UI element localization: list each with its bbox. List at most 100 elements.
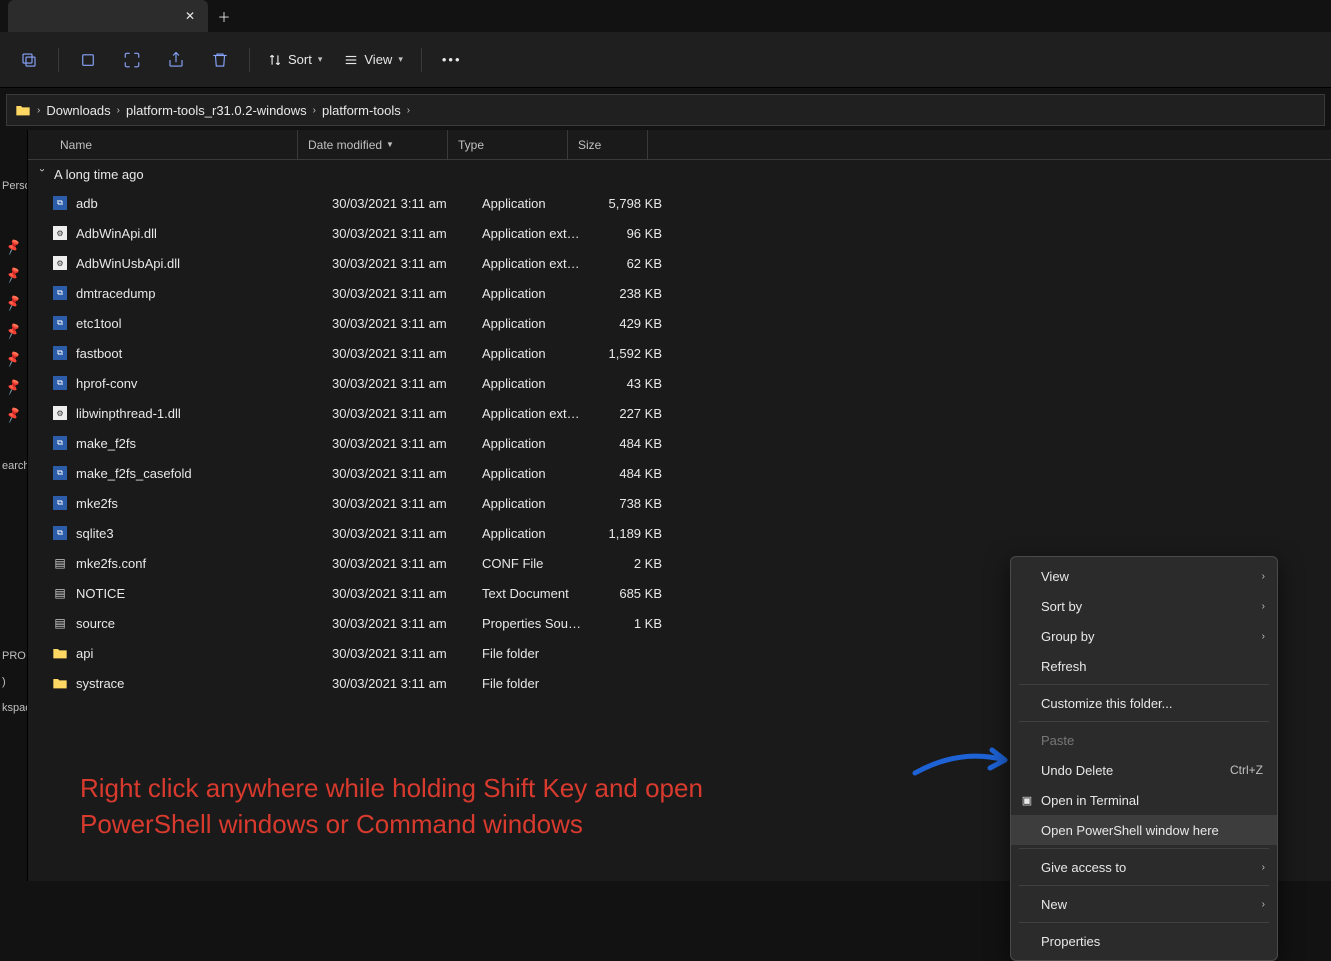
ctx-refresh[interactable]: Refresh (1011, 651, 1277, 681)
active-tab[interactable]: ✕ (8, 0, 208, 32)
file-name: etc1tool (76, 316, 122, 331)
ctx-give-access[interactable]: Give access to › (1011, 852, 1277, 882)
ctx-undo-delete[interactable]: Undo Delete Ctrl+Z (1011, 755, 1277, 785)
new-tab-button[interactable]: ＋ (208, 0, 240, 32)
application-icon: ⧉ (52, 525, 68, 541)
file-row[interactable]: ⧉hprof-conv30/03/2021 3:11 amApplication… (28, 368, 1331, 398)
group-header[interactable]: › A long time ago (28, 160, 1331, 188)
pin-icon[interactable]: 📌 (4, 378, 23, 396)
sort-button[interactable]: Sort ▾ (258, 42, 332, 78)
ctx-view[interactable]: View › (1011, 561, 1277, 591)
close-tab-icon[interactable]: ✕ (182, 9, 198, 23)
file-row[interactable]: ⚙AdbWinUsbApi.dll30/03/2021 3:11 amAppli… (28, 248, 1331, 278)
file-name: mke2fs (76, 496, 118, 511)
folder-icon (52, 675, 68, 691)
file-row[interactable]: ⧉etc1tool30/03/2021 3:11 amApplication42… (28, 308, 1331, 338)
view-button[interactable]: View ▾ (334, 42, 412, 78)
file-type: Application (472, 196, 592, 211)
delete-icon[interactable] (199, 42, 241, 78)
pin-icon[interactable]: 📌 (4, 266, 23, 284)
leftstrip-label: Perso (0, 180, 27, 192)
more-button[interactable]: ••• (430, 52, 474, 67)
ctx-group-by[interactable]: Group by › (1011, 621, 1277, 651)
file-name: source (76, 616, 115, 631)
share-icon[interactable] (155, 42, 197, 78)
file-row[interactable]: ⧉adb30/03/2021 3:11 amApplication5,798 K… (28, 188, 1331, 218)
file-date: 30/03/2021 3:11 am (322, 556, 472, 571)
divider (1019, 922, 1269, 923)
file-type: Application (472, 346, 592, 361)
file-row[interactable]: ⚙AdbWinApi.dll30/03/2021 3:11 amApplicat… (28, 218, 1331, 248)
file-date: 30/03/2021 3:11 am (322, 346, 472, 361)
ctx-new[interactable]: New › (1011, 889, 1277, 919)
file-date: 30/03/2021 3:11 am (322, 616, 472, 631)
cut-icon[interactable] (67, 42, 109, 78)
application-icon: ⧉ (52, 285, 68, 301)
file-name: adb (76, 196, 98, 211)
file-row[interactable]: ⧉make_f2fs30/03/2021 3:11 amApplication4… (28, 428, 1331, 458)
application-icon: ⧉ (52, 375, 68, 391)
new-item-icon[interactable] (8, 42, 50, 78)
file-date: 30/03/2021 3:11 am (322, 406, 472, 421)
pin-icon[interactable]: 📌 (4, 350, 23, 368)
divider (421, 48, 422, 72)
divider (1019, 848, 1269, 849)
file-size: 685 KB (592, 586, 672, 601)
application-icon: ⧉ (52, 345, 68, 361)
terminal-icon: ▣ (1019, 792, 1035, 808)
file-name: libwinpthread-1.dll (76, 406, 181, 421)
column-size[interactable]: Size (568, 130, 648, 159)
breadcrumb-seg-0[interactable]: Downloads (46, 103, 110, 118)
application-icon: ⧉ (52, 495, 68, 511)
ctx-open-terminal[interactable]: ▣ Open in Terminal (1011, 785, 1277, 815)
pin-icon[interactable]: 📌 (4, 238, 23, 256)
chevron-right-icon: › (37, 105, 40, 116)
breadcrumb[interactable]: › Downloads › platform-tools_r31.0.2-win… (6, 94, 1325, 126)
pin-icon[interactable]: 📌 (4, 294, 23, 312)
application-icon: ⧉ (52, 195, 68, 211)
file-name: api (76, 646, 93, 661)
column-type[interactable]: Type (448, 130, 568, 159)
leftstrip-label: ) (0, 676, 27, 688)
file-name: make_f2fs_casefold (76, 466, 192, 481)
column-headers: Name Date modified▼ Type Size (28, 130, 1331, 160)
copy-icon[interactable] (111, 42, 153, 78)
pin-icon[interactable]: 📌 (4, 322, 23, 340)
ctx-open-powershell[interactable]: Open PowerShell window here (1011, 815, 1277, 845)
file-size: 5,798 KB (592, 196, 672, 211)
file-name: mke2fs.conf (76, 556, 146, 571)
file-row[interactable]: ⧉dmtracedump30/03/2021 3:11 amApplicatio… (28, 278, 1331, 308)
file-name: AdbWinUsbApi.dll (76, 256, 180, 271)
ctx-shortcut: Ctrl+Z (1230, 763, 1263, 777)
file-row[interactable]: ⧉fastboot30/03/2021 3:11 amApplication1,… (28, 338, 1331, 368)
sort-desc-icon: ▼ (386, 140, 394, 149)
file-date: 30/03/2021 3:11 am (322, 436, 472, 451)
folder-icon (52, 645, 68, 661)
file-date: 30/03/2021 3:11 am (322, 676, 472, 691)
ctx-sort-by[interactable]: Sort by › (1011, 591, 1277, 621)
file-row[interactable]: ⧉mke2fs30/03/2021 3:11 amApplication738 … (28, 488, 1331, 518)
column-date[interactable]: Date modified▼ (298, 130, 448, 159)
breadcrumb-seg-2[interactable]: platform-tools (322, 103, 401, 118)
tab-strip: ✕ ＋ (0, 0, 1331, 32)
file-size: 738 KB (592, 496, 672, 511)
file-date: 30/03/2021 3:11 am (322, 586, 472, 601)
file-size: 429 KB (592, 316, 672, 331)
file-type: Application (472, 376, 592, 391)
file-type: Application (472, 316, 592, 331)
file-row[interactable]: ⧉sqlite330/03/2021 3:11 amApplication1,1… (28, 518, 1331, 548)
pin-icon[interactable]: 📌 (4, 406, 23, 424)
group-label: A long time ago (54, 167, 144, 182)
column-name[interactable]: Name (28, 130, 298, 159)
file-row[interactable]: ⚙libwinpthread-1.dll30/03/2021 3:11 amAp… (28, 398, 1331, 428)
file-name: dmtracedump (76, 286, 155, 301)
ctx-customize[interactable]: Customize this folder... (1011, 688, 1277, 718)
toolbar: Sort ▾ View ▾ ••• (0, 32, 1331, 88)
chevron-down-icon: › (37, 168, 48, 180)
breadcrumb-seg-1[interactable]: platform-tools_r31.0.2-windows (126, 103, 307, 118)
file-type: Application (472, 496, 592, 511)
file-type: Application (472, 466, 592, 481)
file-size: 227 KB (592, 406, 672, 421)
file-row[interactable]: ⧉make_f2fs_casefold30/03/2021 3:11 amApp… (28, 458, 1331, 488)
ctx-properties[interactable]: Properties (1011, 926, 1277, 956)
